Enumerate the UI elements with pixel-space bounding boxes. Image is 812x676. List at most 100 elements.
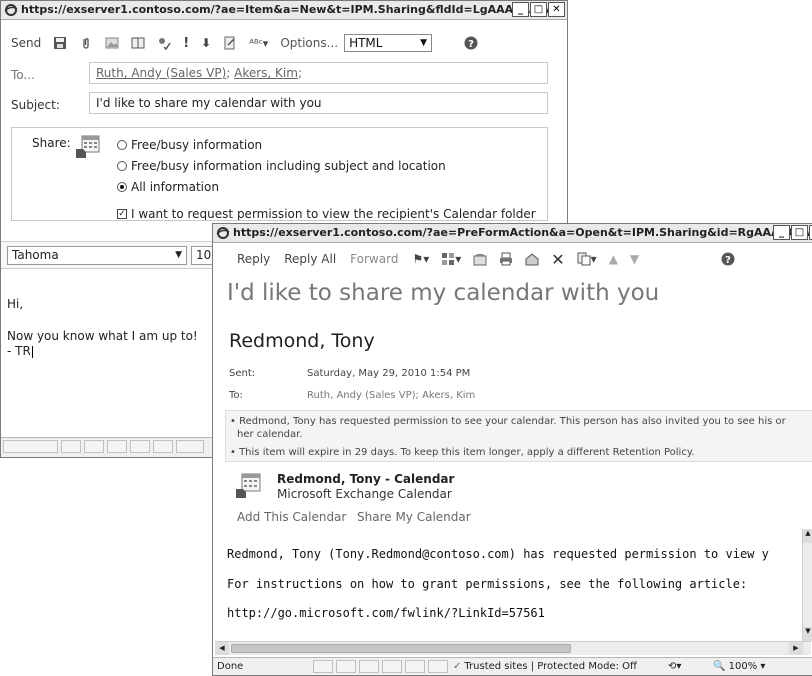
font-select[interactable]: Tahoma ▼ [7, 246, 187, 265]
to-value: Ruth, Andy (Sales VP); Akers, Kim [307, 390, 476, 401]
read-status-bar: Done ✓ Trusted sites | Protected Mode: O… [213, 657, 812, 675]
minimize-button[interactable]: _ [773, 225, 790, 240]
reply-button[interactable]: Reply [237, 252, 270, 266]
horizontal-scrollbar[interactable]: ◀ ▶ [215, 641, 811, 655]
body-line: Redmond, Tony (Tony.Redmond@contoso.com)… [227, 547, 769, 561]
checkmark-icon: ✓ [453, 661, 462, 672]
save-icon[interactable] [53, 36, 67, 50]
help-icon[interactable]: ? [721, 252, 735, 266]
recipient-2[interactable]: Akers, Kim [234, 66, 298, 80]
send-button[interactable]: Send [11, 36, 41, 50]
copy-icon[interactable]: ▾ [577, 252, 597, 266]
to-button[interactable]: To... [11, 68, 35, 82]
read-window: https://exserver1.contoso.com/?ae=PreFor… [212, 223, 812, 676]
minimize-button[interactable]: _ [512, 2, 529, 17]
svg-text:?: ? [725, 255, 731, 266]
body-line: http://go.microsoft.com/fwlink/?LinkId=5… [227, 606, 545, 620]
maximize-button[interactable]: □ [791, 225, 808, 240]
compose-title: https://exserver1.contoso.com/?ae=Item&a… [21, 3, 562, 16]
help-icon[interactable]: ? [464, 36, 478, 50]
text-cursor [31, 345, 33, 358]
read-window-buttons: _ □ ✕ [773, 225, 812, 240]
share-calendar-link[interactable]: Share My Calendar [357, 510, 471, 524]
ie-icon [216, 227, 230, 239]
info-bar: • Redmond, Tony has requested permission… [225, 410, 812, 462]
zoom-control[interactable]: 🔍 100% ▾ [713, 658, 765, 675]
scroll-up-arrow[interactable]: ▲ [803, 529, 812, 543]
info-message-expire: • This item will expire in 29 days. To k… [230, 447, 695, 458]
compose-toolbar: Send ! ⬇ ᴬᴮᶜ▾ Options... HTML ▼ ? [11, 34, 490, 52]
message-subject: I'd like to share my calendar with you [227, 280, 660, 306]
radio-free-busy-details[interactable] [117, 161, 127, 171]
info-message-permission-cont: her calendar. [237, 429, 303, 440]
maximize-button[interactable]: □ [530, 2, 547, 17]
protected-mode-icon[interactable]: ⟲▾ [668, 658, 681, 675]
close-button[interactable]: ✕ [548, 2, 565, 17]
spelling-icon[interactable]: ᴬᴮᶜ▾ [249, 37, 268, 50]
add-calendar-link[interactable]: Add This Calendar [237, 510, 346, 524]
read-title: https://exserver1.contoso.com/?ae=PreFor… [233, 226, 812, 239]
next-item-icon[interactable]: ▼ [630, 252, 639, 266]
radio-all-information[interactable] [117, 182, 127, 192]
info-message-permission: • Redmond, Tony has requested permission… [230, 416, 786, 427]
status-text: Done [217, 661, 244, 672]
forward-button[interactable]: Forward [350, 252, 398, 266]
calendar-type: Microsoft Exchange Calendar [277, 487, 452, 501]
insert-image-icon[interactable] [105, 36, 119, 50]
scroll-thumb[interactable] [231, 644, 571, 653]
sent-label: Sent: [229, 368, 256, 379]
format-select[interactable]: HTML ▼ [344, 34, 433, 52]
subject-label: Subject: [11, 98, 60, 112]
reply-all-button[interactable]: Reply All [284, 252, 336, 266]
previous-item-icon[interactable]: ▲ [609, 252, 618, 266]
move-icon[interactable] [473, 252, 487, 266]
read-title-bar: https://exserver1.contoso.com/?ae=PreFor… [213, 224, 812, 243]
option-all-information[interactable]: All information [117, 180, 219, 194]
to-field[interactable]: Ruth, Andy (Sales VP); Akers, Kim; [89, 62, 548, 84]
delete-icon[interactable]: ✕ [551, 250, 564, 269]
body-line: For instructions on how to grant permiss… [227, 577, 748, 591]
ie-icon [4, 4, 18, 16]
share-label: Share: [32, 136, 71, 150]
option-free-busy[interactable]: Free/busy information [117, 138, 262, 152]
categories-icon[interactable]: ▾ [441, 252, 461, 266]
scroll-down-arrow[interactable]: ▼ [803, 627, 812, 641]
chevron-down-icon: ▼ [175, 250, 182, 260]
calendar-name: Redmond, Tony - Calendar [277, 472, 455, 486]
body-line: - TR [7, 344, 33, 358]
radio-free-busy[interactable] [117, 140, 127, 150]
format-select-value: HTML [349, 36, 383, 50]
sent-value: Saturday, May 29, 2010 1:54 PM [307, 368, 471, 379]
address-book-icon[interactable] [131, 36, 145, 50]
request-permission-checkbox[interactable]: ✓ [117, 209, 127, 219]
high-importance-icon[interactable]: ! [183, 36, 189, 51]
subject-field[interactable]: I'd like to share my calendar with you [89, 92, 548, 114]
message-body: Redmond, Tony (Tony.Redmond@contoso.com)… [227, 542, 807, 632]
chevron-down-icon: ▼ [420, 38, 428, 48]
body-line: Hi, [7, 297, 24, 311]
read-toolbar: Reply Reply All Forward ⚑▾ ▾ ✕ ▾ ▲ ▼ ? [237, 250, 747, 269]
options-button[interactable]: Options... [280, 36, 338, 50]
svg-text:?: ? [468, 39, 474, 50]
recipient-1[interactable]: Ruth, Andy (Sales VP) [96, 66, 226, 80]
share-options-box: Share: Free/busy information Free/busy i… [11, 127, 548, 221]
body-line: Now you know what I am up to! [7, 329, 198, 343]
scroll-right-arrow[interactable]: ▶ [789, 642, 803, 655]
scroll-left-arrow[interactable]: ◀ [215, 642, 229, 655]
calendar-share-icon [76, 135, 100, 158]
print-icon[interactable] [499, 252, 513, 266]
compose-title-bar: https://exserver1.contoso.com/?ae=Item&a… [1, 1, 567, 20]
flag-icon[interactable]: ⚑▾ [412, 252, 429, 266]
to-label: To: [229, 390, 243, 401]
message-options-icon[interactable] [223, 36, 237, 50]
security-zone: ✓ Trusted sites | Protected Mode: Off [453, 658, 637, 675]
request-permission-option[interactable]: ✓ I want to request permission to view t… [117, 207, 536, 220]
sender-name: Redmond, Tony [229, 330, 375, 352]
check-names-icon[interactable] [157, 36, 171, 50]
option-free-busy-details[interactable]: Free/busy information including subject … [117, 159, 446, 173]
vertical-scrollbar[interactable]: ▲ ▼ [802, 529, 812, 641]
archive-icon[interactable] [525, 252, 539, 266]
calendar-icon [236, 473, 261, 498]
low-importance-icon[interactable]: ⬇ [201, 36, 211, 50]
attach-icon[interactable] [79, 36, 93, 50]
